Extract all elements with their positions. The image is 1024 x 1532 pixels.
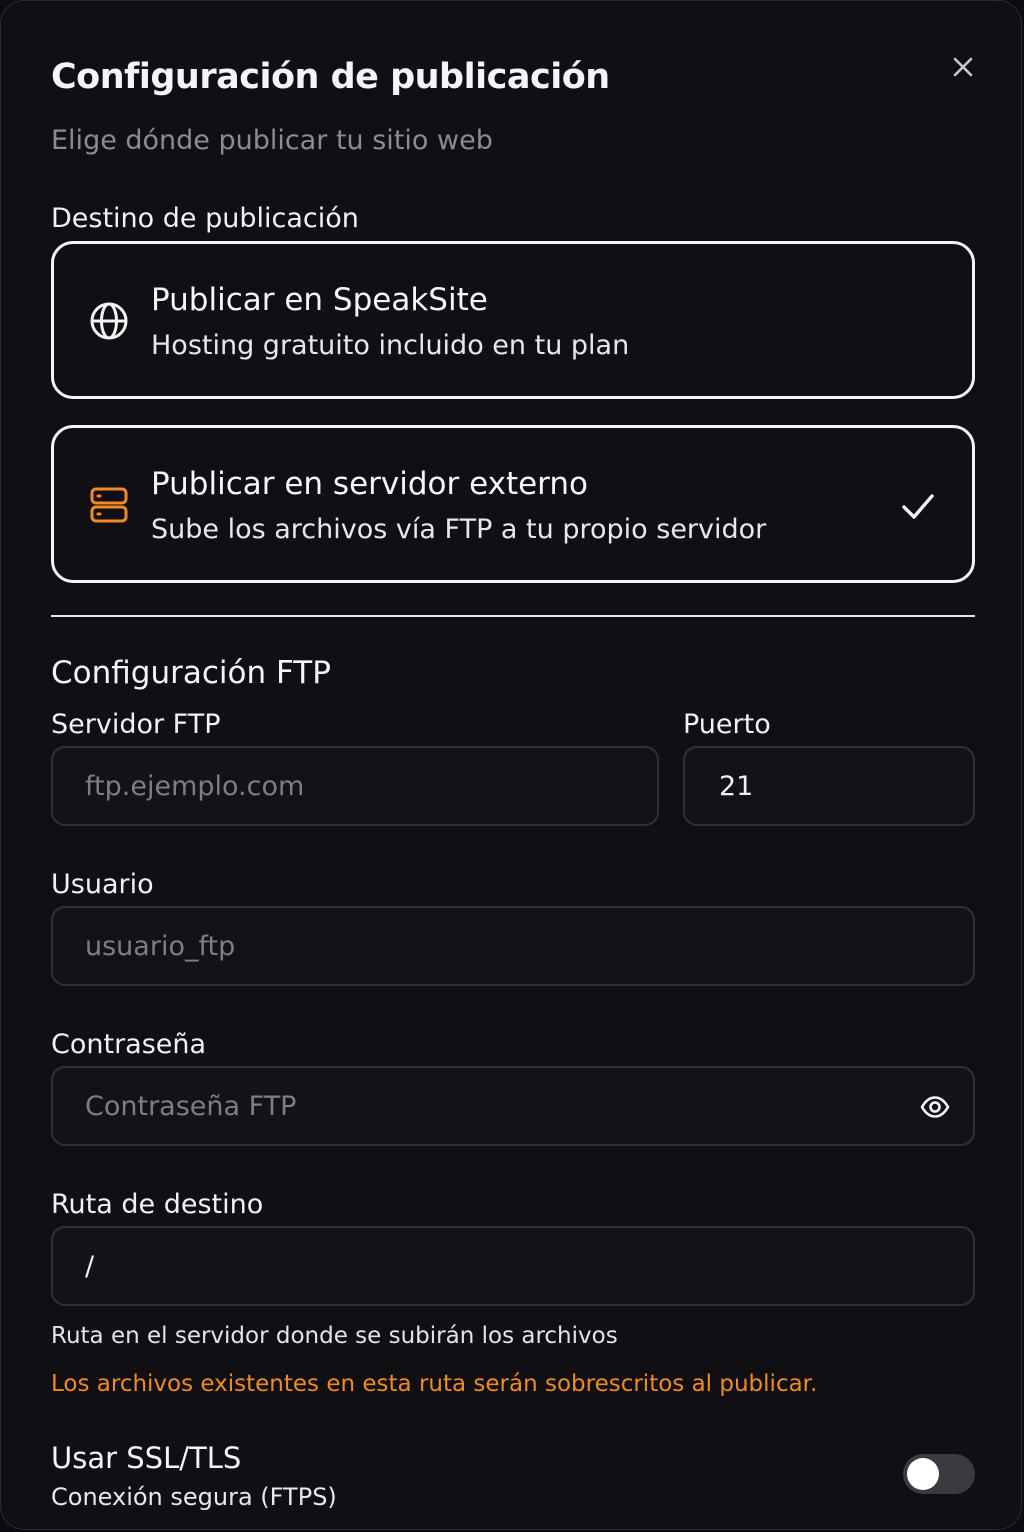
ftp-server-input[interactable]	[51, 746, 659, 826]
ssl-toggle[interactable]	[903, 1454, 975, 1494]
publish-settings-modal: Configuración de publicación Elige dónde…	[0, 0, 1022, 1530]
globe-icon	[90, 302, 128, 340]
user-label: Usuario	[51, 869, 154, 900]
server-icon	[90, 487, 128, 523]
destination-label: Destino de publicación	[51, 203, 359, 234]
username-input[interactable]	[51, 906, 975, 986]
section-divider	[51, 615, 975, 617]
eye-icon	[920, 1096, 950, 1118]
server-label: Servidor FTP	[51, 709, 221, 740]
close-icon	[953, 57, 973, 77]
overwrite-warning: Los archivos existentes en esta ruta ser…	[51, 1371, 818, 1397]
password-input[interactable]	[51, 1066, 975, 1146]
check-icon	[902, 494, 934, 519]
option-title: Publicar en SpeakSite	[151, 282, 488, 318]
option-speaksite[interactable]: Publicar en SpeakSite Hosting gratuito i…	[51, 241, 975, 399]
ssl-title: Usar SSL/TLS	[51, 1441, 242, 1475]
ssl-description: Conexión segura (FTPS)	[51, 1483, 337, 1511]
close-button[interactable]	[941, 45, 985, 89]
path-hint: Ruta en el servidor donde se subirán los…	[51, 1323, 618, 1349]
option-description: Hosting gratuito incluido en tu plan	[151, 330, 630, 361]
port-label: Puerto	[683, 709, 771, 740]
option-external-server[interactable]: Publicar en servidor externo Sube los ar…	[51, 425, 975, 583]
path-input[interactable]	[51, 1226, 975, 1306]
modal-title: Configuración de publicación	[51, 57, 610, 97]
option-title: Publicar en servidor externo	[151, 466, 588, 502]
option-description: Sube los archivos vía FTP a tu propio se…	[151, 514, 767, 545]
toggle-knob	[907, 1458, 939, 1490]
port-input[interactable]	[683, 746, 975, 826]
modal-subtitle: Elige dónde publicar tu sitio web	[51, 125, 493, 156]
ftp-section-title: Configuración FTP	[51, 655, 331, 691]
path-label: Ruta de destino	[51, 1189, 264, 1220]
password-label: Contraseña	[51, 1029, 207, 1060]
show-password-button[interactable]	[913, 1085, 957, 1129]
